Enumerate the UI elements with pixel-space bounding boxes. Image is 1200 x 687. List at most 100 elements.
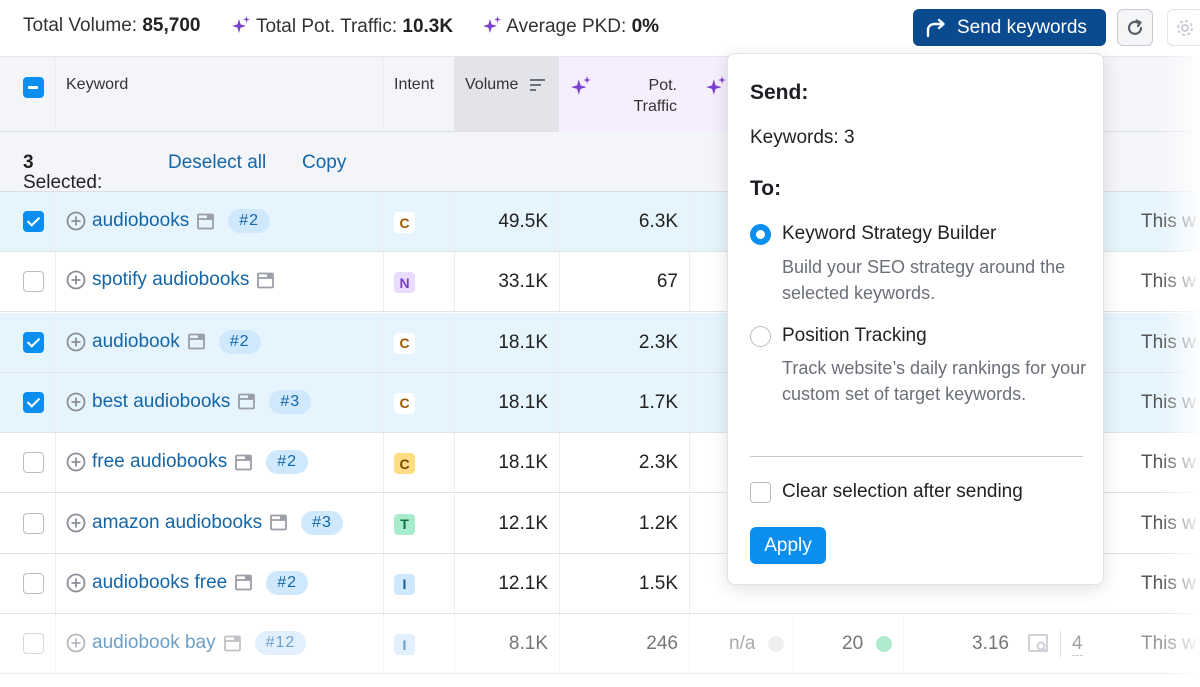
average-pkd-value: 0% <box>631 16 660 37</box>
add-circle-icon[interactable] <box>66 513 86 533</box>
copy-link[interactable]: Copy <box>302 152 346 174</box>
add-circle-icon[interactable] <box>66 392 86 412</box>
pot-traffic-value: 2.3K <box>638 452 678 474</box>
average-pkd: Average PKD: 0% <box>482 15 659 38</box>
radio-position-tracking[interactable] <box>750 326 771 347</box>
trailing-text: This w <box>1141 391 1196 413</box>
row-checkbox[interactable] <box>23 211 44 232</box>
keyword-link[interactable]: free audiobooks <box>92 451 227 473</box>
serp-preview-icon[interactable] <box>197 213 215 230</box>
kd-value: 20 <box>842 633 864 655</box>
column-divider <box>454 252 455 312</box>
send-keywords-label: Send keywords <box>957 16 1087 38</box>
pot-traffic-value: 246 <box>646 633 678 655</box>
row-checkbox[interactable] <box>23 512 44 534</box>
divider <box>750 456 1083 457</box>
column-divider <box>55 57 56 131</box>
column-divider <box>793 614 794 674</box>
gear-icon <box>1177 19 1193 36</box>
deselect-all-link[interactable]: Deselect all <box>168 152 266 174</box>
add-circle-icon[interactable] <box>66 270 86 290</box>
send-keywords-button[interactable]: Send keywords <box>913 9 1106 46</box>
serp-preview-icon[interactable] <box>235 574 253 591</box>
radio-keyword-strategy-builder[interactable] <box>750 224 771 245</box>
volume-value: 18.1K <box>498 391 548 413</box>
column-divider <box>689 252 690 312</box>
intent-badge: C <box>394 212 415 233</box>
serp-preview-icon[interactable] <box>238 393 256 410</box>
pot-traffic-value: 67 <box>656 271 678 293</box>
header-volume[interactable]: Volume <box>454 57 559 132</box>
settings-button[interactable] <box>1167 9 1200 46</box>
cpc-value: 3.16 <box>972 633 1009 655</box>
keyword-link[interactable]: best audiobooks <box>92 391 230 413</box>
trend-value: n/a <box>729 633 756 655</box>
serp-preview-icon[interactable] <box>235 454 253 471</box>
row-checkbox[interactable] <box>23 633 44 655</box>
keyword-cell: free audiobooks #2 <box>66 450 309 475</box>
trailing-text: This w <box>1141 271 1196 293</box>
refresh-icon <box>1127 18 1143 35</box>
option-description: Track website’s daily rankings for your … <box>782 358 1087 404</box>
total-pot-traffic-value: 10.3K <box>402 16 454 37</box>
keyword-link[interactable]: spotify audiobooks <box>92 269 249 291</box>
keyword-cell: spotify audiobooks <box>66 269 275 291</box>
header-keyword[interactable]: Keyword <box>66 76 128 94</box>
intent-badge: C <box>394 453 415 475</box>
column-divider <box>689 614 690 674</box>
trailing-text: This w <box>1141 331 1196 353</box>
row-checkbox[interactable] <box>23 271 44 293</box>
keyword-link[interactable]: amazon audiobooks <box>92 512 262 534</box>
serp-preview-icon[interactable] <box>270 514 287 531</box>
column-divider <box>689 553 690 613</box>
sort-icon[interactable] <box>530 78 546 92</box>
add-circle-icon[interactable] <box>66 633 86 653</box>
column-divider <box>559 553 560 613</box>
send-keywords-popover: Send: Keywords: 3 To: Keyword Strategy B… <box>727 53 1104 585</box>
header-intent[interactable]: Intent <box>394 76 434 94</box>
keyword-link[interactable]: audiobooks free <box>92 572 227 594</box>
column-divider <box>55 312 56 372</box>
row-checkbox[interactable] <box>23 572 44 594</box>
table-row[interactable]: audiobook bay #12 I 8.1K 246 n/a 20 3.16 4 This w <box>0 614 1200 675</box>
serp-analysis-icon[interactable] <box>1028 634 1050 654</box>
select-all-checkbox[interactable] <box>23 77 44 98</box>
column-divider <box>55 192 56 251</box>
clear-selection-label[interactable]: Clear selection after sending <box>782 481 1023 503</box>
header-pot-traffic[interactable]: Pot. Traffic <box>559 57 689 132</box>
option-label-position-tracking[interactable]: Position Tracking <box>782 325 927 347</box>
add-circle-icon[interactable] <box>66 452 86 472</box>
keyword-link[interactable]: audiobook bay <box>92 632 216 654</box>
column-divider <box>55 553 56 613</box>
serp-preview-icon[interactable] <box>187 333 205 350</box>
row-checkbox[interactable] <box>23 452 44 474</box>
total-pot-traffic-label: Total Pot. Traffic: <box>255 16 398 37</box>
apply-button[interactable]: Apply <box>750 527 826 564</box>
serp-features-count[interactable]: 4 <box>1072 633 1083 657</box>
pot-traffic-value: 1.5K <box>638 572 678 594</box>
keyword-link[interactable]: audiobook <box>92 331 180 353</box>
intent-badge: C <box>394 392 415 414</box>
column-divider <box>383 252 384 312</box>
serp-preview-icon[interactable] <box>223 635 241 652</box>
share-arrow-icon <box>926 18 945 37</box>
column-divider <box>383 372 384 432</box>
position-badge: #2 <box>266 450 309 475</box>
volume-value: 12.1K <box>498 512 548 534</box>
column-divider <box>689 493 690 553</box>
option-label-keyword-strategy-builder[interactable]: Keyword Strategy Builder <box>782 223 996 245</box>
add-circle-icon[interactable] <box>66 332 86 352</box>
serp-preview-icon[interactable] <box>257 272 275 289</box>
column-divider <box>559 312 560 372</box>
sparkle-icon <box>483 16 501 33</box>
add-circle-icon[interactable] <box>66 573 86 593</box>
position-badge: #3 <box>301 510 343 535</box>
keyword-link[interactable]: audiobooks <box>92 210 189 232</box>
row-checkbox[interactable] <box>23 391 44 413</box>
add-circle-icon[interactable] <box>66 211 86 231</box>
total-pot-traffic: Total Pot. Traffic: 10.3K <box>231 15 453 38</box>
clear-selection-checkbox[interactable] <box>750 482 771 503</box>
row-checkbox[interactable] <box>23 331 44 353</box>
kd-dot <box>876 636 892 653</box>
refresh-button[interactable] <box>1117 9 1153 46</box>
